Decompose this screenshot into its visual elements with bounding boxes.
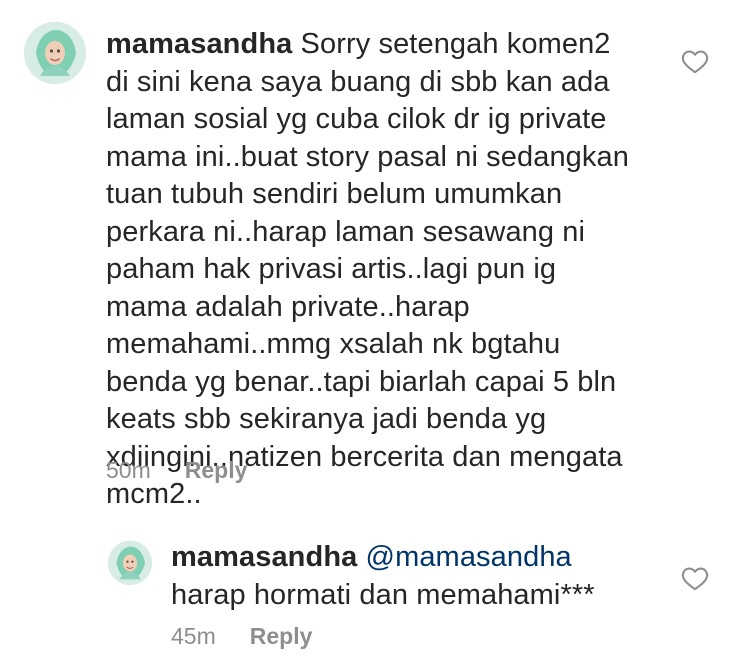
- avatar[interactable]: [108, 541, 152, 585]
- username[interactable]: mamasandha: [171, 541, 357, 573]
- reply-meta: 45m Reply: [171, 623, 312, 650]
- timestamp: 50m: [106, 457, 151, 483]
- heart-outline-icon[interactable]: [681, 565, 709, 591]
- comment-meta: 50m Reply: [106, 457, 247, 484]
- reply-body: harap hormati dan memahami***: [171, 578, 595, 611]
- reply-text: mamasandha @mamasandha harap hormati dan…: [171, 539, 651, 614]
- username[interactable]: mamasandha: [106, 28, 292, 60]
- timestamp: 45m: [171, 623, 216, 649]
- reply-button[interactable]: Reply: [185, 457, 248, 484]
- comment-body: Sorry setengah komen2 di sini kena saya …: [106, 28, 629, 510]
- avatar[interactable]: [24, 22, 86, 84]
- instagram-comments-screen: mamasandha Sorry setengah komen2 di sini…: [0, 0, 750, 660]
- profile-avatar-icon: [24, 22, 86, 84]
- mention-link[interactable]: @mamasandha: [366, 541, 572, 573]
- profile-avatar-icon: [108, 541, 152, 585]
- comment-text: mamasandha Sorry setengah komen2 di sini…: [106, 26, 636, 514]
- reply-button[interactable]: Reply: [250, 623, 313, 650]
- heart-outline-icon[interactable]: [681, 48, 709, 74]
